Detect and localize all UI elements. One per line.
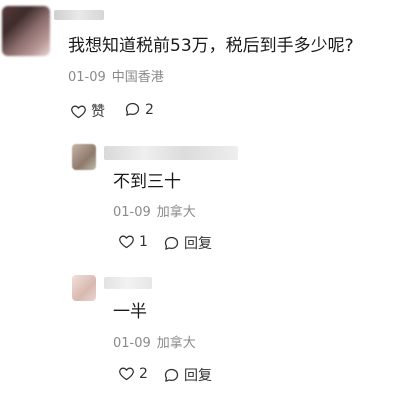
reply-location: 加拿大 <box>156 336 196 351</box>
heart-icon <box>119 235 134 249</box>
reply-text: 一半 <box>113 302 147 322</box>
reply-meta: 01-09 加拿大 <box>113 205 196 221</box>
like-label: 赞 <box>91 104 105 120</box>
reply-button[interactable]: 回复 <box>163 233 212 253</box>
like-button[interactable]: 1 <box>118 233 148 250</box>
comment-bubble-icon <box>164 368 179 382</box>
avatar[interactable] <box>72 144 96 170</box>
username-blurred[interactable] <box>54 10 104 20</box>
like-count: 2 <box>139 365 148 382</box>
reply-date: 01-09 <box>113 336 151 351</box>
like-button[interactable]: 2 <box>118 365 148 382</box>
comment-bubble-icon <box>125 102 140 116</box>
avatar[interactable] <box>72 275 96 301</box>
reply-text: 不到三十 <box>113 172 181 192</box>
comment-meta: 01-09 中国香港 <box>68 70 164 86</box>
avatar[interactable] <box>2 6 50 56</box>
comment-date: 01-09 <box>68 70 106 85</box>
comment-bubble-icon <box>164 236 179 250</box>
username-blurred[interactable] <box>104 146 238 160</box>
reply-count-button[interactable]: 2 <box>124 101 154 118</box>
reply-button[interactable]: 回复 <box>163 365 212 385</box>
reply-label: 回复 <box>184 236 212 252</box>
like-button[interactable]: 赞 <box>70 101 105 121</box>
comment-location: 中国香港 <box>111 70 164 85</box>
reply-date: 01-09 <box>113 205 151 220</box>
reply-label: 回复 <box>184 368 212 384</box>
comment-text: 我想知道税前53万，税后到手多少呢? <box>68 36 354 56</box>
reply-count: 2 <box>145 101 154 118</box>
reply-meta: 01-09 加拿大 <box>113 336 196 352</box>
reply-location: 加拿大 <box>156 205 196 220</box>
like-count: 1 <box>139 233 148 250</box>
heart-icon <box>119 367 134 381</box>
username-blurred[interactable] <box>104 277 152 289</box>
heart-icon <box>71 105 86 118</box>
